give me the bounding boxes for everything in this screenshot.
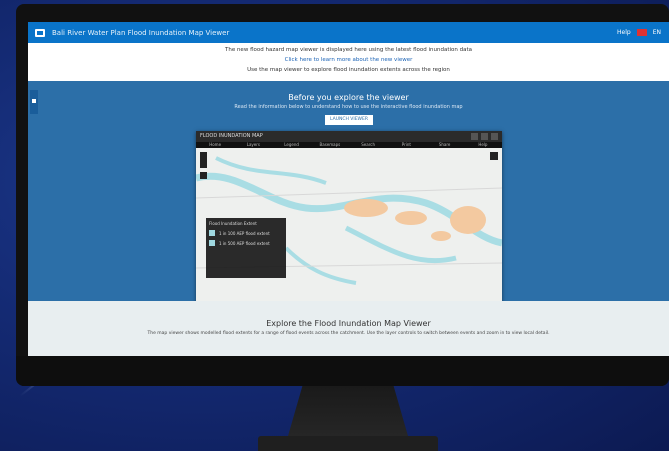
- notice-line-1: The new flood hazard map viewer is displ…: [224, 47, 473, 53]
- language-flag-icon[interactable]: [636, 29, 647, 36]
- app-title: Bali River Water Plan Flood Inundation M…: [52, 28, 230, 37]
- language-label[interactable]: EN: [653, 29, 661, 36]
- monitor-stand: [288, 386, 408, 436]
- notice-banner: The new flood hazard map viewer is displ…: [28, 43, 669, 83]
- legend-row: 1 in 500 AEP flood extent: [209, 240, 283, 246]
- logo-icon[interactable]: [34, 27, 46, 39]
- monitor-chin: [16, 356, 669, 386]
- legend-title: Flood Inundation Extent: [209, 221, 257, 226]
- help-link[interactable]: Help: [617, 29, 631, 36]
- legend-swatch: [209, 230, 215, 236]
- monitor-stand-base: [258, 436, 438, 451]
- info-section: Explore the Flood Inundation Map Viewer …: [28, 301, 669, 356]
- minimize-icon[interactable]: [471, 133, 478, 140]
- legend-label: 1 in 100 AEP flood extent: [219, 230, 270, 236]
- map-viewer-window: FLOOD INUNDATION MAP Home Layers Legend …: [196, 131, 502, 303]
- legend-row: 1 in 100 AEP flood extent: [209, 230, 283, 236]
- expand-icon[interactable]: [490, 152, 498, 160]
- map-legend-panel: Flood Inundation Extent 1 in 100 AEP flo…: [206, 218, 286, 278]
- legend-swatch: [209, 240, 215, 246]
- map-window-title: FLOOD INUNDATION MAP: [196, 131, 502, 142]
- home-extent-button[interactable]: [200, 172, 207, 179]
- launch-viewer-button[interactable]: LAUNCH VIEWER: [325, 115, 373, 125]
- top-bar-actions: Help EN: [617, 29, 661, 36]
- close-icon[interactable]: [491, 133, 498, 140]
- screen: Bali River Water Plan Flood Inundation M…: [28, 22, 669, 356]
- info-title: Explore the Flood Inundation Map Viewer: [266, 319, 431, 328]
- zoom-control[interactable]: [200, 152, 207, 168]
- notice-line-3: Use the map viewer to explore flood inun…: [247, 67, 450, 73]
- hero-title: Before you explore the viewer: [288, 93, 409, 102]
- top-bar: Bali River Water Plan Flood Inundation M…: [28, 22, 669, 43]
- hero-section: Before you explore the viewer Read the i…: [28, 81, 669, 303]
- legend-label: 1 in 500 AEP flood extent: [219, 240, 270, 246]
- map-window-controls: [471, 133, 498, 140]
- info-text: The map viewer shows modelled flood exte…: [147, 331, 550, 336]
- notice-link[interactable]: Click here to learn more about the new v…: [28, 55, 669, 65]
- maximize-icon[interactable]: [481, 133, 488, 140]
- hero-subtitle: Read the information below to understand…: [234, 104, 463, 110]
- map-canvas[interactable]: Flood Inundation Extent 1 in 100 AEP flo…: [196, 148, 502, 303]
